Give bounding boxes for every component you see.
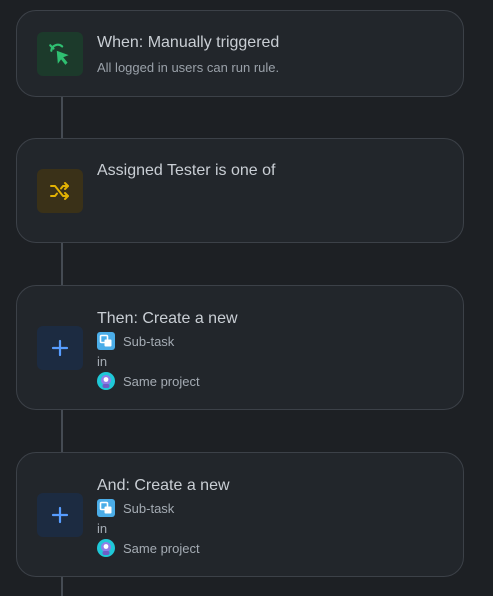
trigger-card[interactable]: When: Manually triggered All logged in u… — [16, 10, 464, 97]
in-label: in — [97, 521, 108, 536]
project-label: Same project — [123, 540, 200, 556]
trigger-subtitle: All logged in users can run rule. — [97, 60, 280, 75]
issue-type-label: Sub-task — [123, 500, 175, 516]
flow-connector — [61, 242, 63, 287]
in-label: in — [97, 354, 108, 369]
plus-icon — [51, 506, 69, 524]
project-row[interactable]: Same project — [97, 372, 200, 390]
plus-icon — [51, 339, 69, 357]
trigger-title: When: Manually triggered — [97, 34, 280, 51]
subtask-icon — [97, 499, 115, 517]
action-icon-box — [37, 326, 83, 370]
action-title: Then: Create a new — [97, 310, 238, 327]
issue-type-label: Sub-task — [123, 333, 175, 349]
cursor-click-icon — [49, 43, 69, 65]
issue-type-row[interactable]: Sub-task — [97, 499, 174, 517]
action-card[interactable]: Then: Create a new Sub-task in Same proj… — [16, 285, 464, 410]
action-icon-box — [37, 493, 83, 537]
shuffle-icon — [50, 182, 69, 200]
condition-title: Assigned Tester is one of — [97, 162, 276, 179]
project-avatar-icon — [97, 539, 115, 557]
subtask-icon — [97, 332, 115, 350]
flow-connector — [61, 96, 63, 140]
condition-icon-box — [37, 169, 83, 213]
project-row[interactable]: Same project — [97, 539, 200, 557]
flow-connector — [61, 409, 63, 454]
trigger-icon-box — [37, 32, 83, 76]
action-title: And: Create a new — [97, 477, 230, 494]
condition-card[interactable]: Assigned Tester is one of — [16, 138, 464, 243]
issue-type-row[interactable]: Sub-task — [97, 332, 174, 350]
action-card[interactable]: And: Create a new Sub-task in Same proje… — [16, 452, 464, 577]
project-label: Same project — [123, 373, 200, 389]
project-avatar-icon — [97, 372, 115, 390]
flow-connector — [61, 576, 63, 596]
